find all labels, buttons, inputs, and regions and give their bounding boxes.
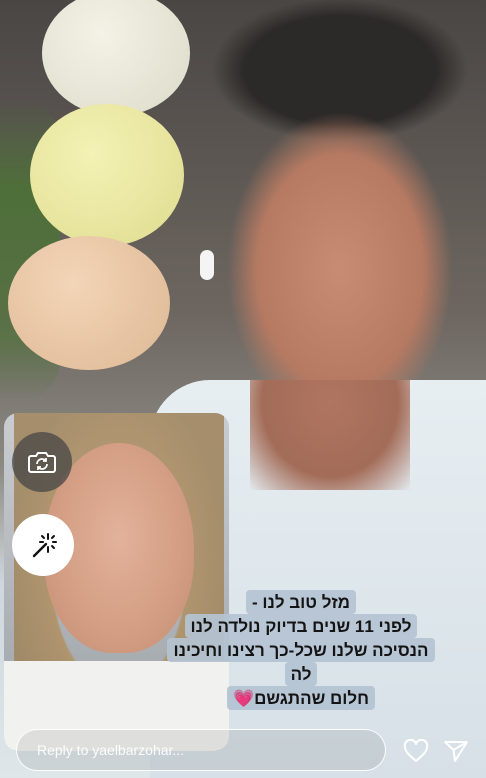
balloon-white: [42, 0, 190, 116]
story-caption: מזל טוב לנו - לפני 11 שנים בדיוק נולדה ל…: [136, 590, 466, 710]
balloon-yellow: [30, 104, 184, 246]
send-icon: [444, 741, 468, 762]
caption-line: לה: [284, 662, 318, 686]
flip-camera-button[interactable]: [12, 432, 72, 492]
camera-flip-icon: [28, 452, 56, 473]
heart-icon: [403, 739, 429, 762]
caption-line: חלום שהתגשם💗: [227, 686, 375, 710]
caption-line: הנסיכה שלנו שכל-כך רצינו וחיכינו: [167, 638, 435, 662]
caption-line: לפני 11 שנים בדיוק נולדה לנו: [184, 614, 418, 638]
effects-button[interactable]: [12, 514, 74, 576]
reply-input[interactable]: [35, 741, 369, 759]
story-screen: מזל טוב לנו - לפני 11 שנים בדיוק נולדה ל…: [0, 0, 486, 778]
send-button[interactable]: [441, 736, 471, 766]
person-neck: [250, 380, 410, 490]
balloon-peach: [8, 236, 170, 370]
caption-line: מזל טוב לנו -: [246, 590, 356, 614]
earbud: [200, 250, 214, 280]
sparkle-effects-icon: [32, 533, 57, 558]
like-button[interactable]: [401, 736, 431, 766]
reply-field[interactable]: [16, 729, 386, 771]
